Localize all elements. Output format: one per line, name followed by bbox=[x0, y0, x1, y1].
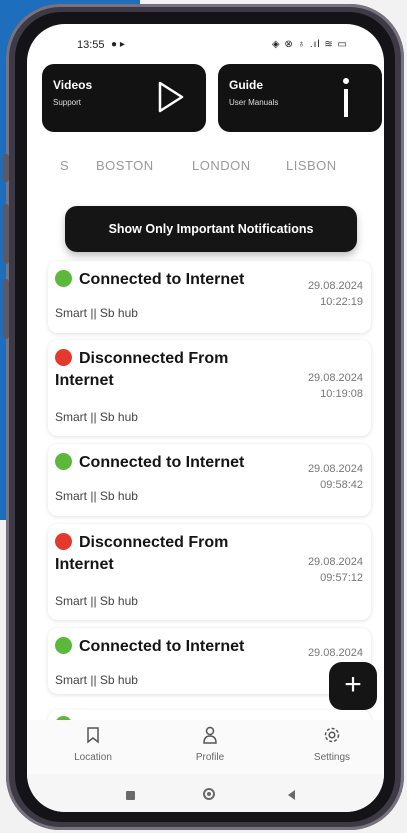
bottom-navigation: Location Profile Settings bbox=[27, 720, 384, 774]
notification-date: 29.08.2024 bbox=[307, 556, 363, 568]
notification-status: Disconnected From Internet bbox=[55, 532, 287, 576]
notification-time: 10:22:19 bbox=[320, 296, 363, 308]
notification-status-text: Disconnected From Internet bbox=[55, 534, 229, 573]
important-notifications-button[interactable]: Show Only Important Notifications bbox=[65, 206, 357, 252]
status-notification-icons: ● ▸ bbox=[111, 39, 125, 50]
add-button[interactable]: + bbox=[329, 662, 377, 710]
guide-subtitle: User Manuals bbox=[229, 98, 279, 107]
notification-timestamp: 29.08.2024 09:57:12 bbox=[308, 554, 363, 586]
notification-device: Smart || Sb hub bbox=[55, 594, 138, 608]
city-tab-lisbon[interactable]: LISBON bbox=[286, 158, 337, 173]
notification-status-text: Connected to Internet bbox=[79, 271, 245, 288]
nav-label-location: Location bbox=[74, 752, 112, 763]
status-bar: 13:55 ● ▸ ◈ ⊗ ♁ .ıl ≋ ▭ bbox=[27, 24, 384, 68]
play-icon bbox=[158, 81, 184, 113]
nav-item-profile[interactable]: Profile bbox=[165, 726, 255, 763]
home-icon[interactable] bbox=[203, 788, 215, 800]
notification-status-text: Connected to Internet bbox=[79, 454, 245, 471]
system-navigation-bar bbox=[27, 774, 384, 812]
notification-card[interactable]: Connected to Internet Smart || Sb hub 29… bbox=[48, 261, 371, 333]
nav-item-location[interactable]: Location bbox=[48, 726, 138, 763]
nav-label-profile: Profile bbox=[195, 752, 225, 763]
status-time: 13:55 bbox=[77, 39, 105, 51]
gear-icon bbox=[324, 727, 340, 743]
nav-label-settings: Settings bbox=[313, 752, 351, 763]
city-tab-boston[interactable]: BOSTON bbox=[96, 158, 154, 173]
notification-device: Smart || Sb hub bbox=[55, 673, 138, 687]
side-button bbox=[3, 154, 9, 182]
notification-status: Disconnected From Internet bbox=[55, 348, 287, 392]
side-button bbox=[3, 204, 9, 264]
city-tabs: S BOSTON LONDON LISBON bbox=[27, 158, 384, 180]
notification-status: Connected to Internet bbox=[55, 452, 287, 474]
notification-timestamp: 29.08.2024 10:19:08 bbox=[308, 370, 363, 402]
guide-manuals-card[interactable]: Guide User Manuals bbox=[218, 64, 382, 132]
videos-support-card[interactable]: Videos Support bbox=[42, 64, 206, 132]
disconnected-status-dot bbox=[55, 533, 72, 550]
status-icons: ◈ ⊗ ♁ .ıl ≋ ▭ bbox=[271, 39, 348, 50]
notification-card[interactable]: Connected to Internet Smart || Sb hub 29… bbox=[48, 444, 371, 516]
notification-timestamp: 29.08.2024 10:22:19 bbox=[308, 278, 363, 310]
videos-subtitle: Support bbox=[53, 98, 82, 107]
info-icon bbox=[343, 78, 349, 117]
notification-date: 29.08.2024 bbox=[307, 463, 363, 475]
city-tab-london[interactable]: LONDON bbox=[192, 158, 251, 173]
notification-time: 10:19:08 bbox=[320, 388, 363, 400]
notification-device: Smart || Sb hub bbox=[55, 410, 138, 424]
videos-title: Videos bbox=[53, 78, 93, 92]
nav-item-settings[interactable]: Settings bbox=[287, 726, 377, 763]
notification-timestamp: 29.08.2024 09:58:42 bbox=[308, 461, 363, 493]
notification-date: 29.08.2024 bbox=[307, 372, 363, 384]
notification-card[interactable]: Connected to Internet Smart || Sb hub 29… bbox=[48, 628, 371, 694]
notification-status: Connected to Internet bbox=[55, 269, 287, 291]
notification-time: 09:57:12 bbox=[320, 572, 363, 584]
notification-status-text: Disconnected From Internet bbox=[55, 350, 229, 389]
recent-apps-icon[interactable] bbox=[126, 791, 135, 800]
disconnected-status-dot bbox=[55, 349, 72, 366]
notification-time: 09:58:42 bbox=[320, 479, 363, 491]
person-icon bbox=[203, 726, 217, 744]
notification-date: 29.08.2024 bbox=[307, 647, 363, 659]
notification-device: Smart || Sb hub bbox=[55, 306, 138, 320]
notification-device: Smart || Sb hub bbox=[55, 489, 138, 503]
side-button bbox=[3, 279, 9, 339]
connected-status-dot bbox=[55, 453, 72, 470]
connected-status-dot bbox=[55, 270, 72, 287]
back-icon[interactable] bbox=[286, 789, 296, 801]
app-screen: 13:55 ● ▸ ◈ ⊗ ♁ .ıl ≋ ▭ Videos Support G… bbox=[27, 24, 384, 812]
bookmark-icon bbox=[87, 727, 99, 744]
notification-status-text: Connected to Internet bbox=[79, 638, 245, 655]
connected-status-dot bbox=[55, 637, 72, 654]
city-tab[interactable]: S bbox=[60, 158, 69, 173]
notification-date: 29.08.2024 bbox=[307, 280, 363, 292]
notification-card[interactable]: Disconnected From Internet Smart || Sb h… bbox=[48, 524, 371, 620]
notification-status: Connected to Internet bbox=[55, 636, 287, 658]
guide-title: Guide bbox=[229, 78, 264, 92]
notification-card[interactable]: Disconnected From Internet Smart || Sb h… bbox=[48, 340, 371, 436]
